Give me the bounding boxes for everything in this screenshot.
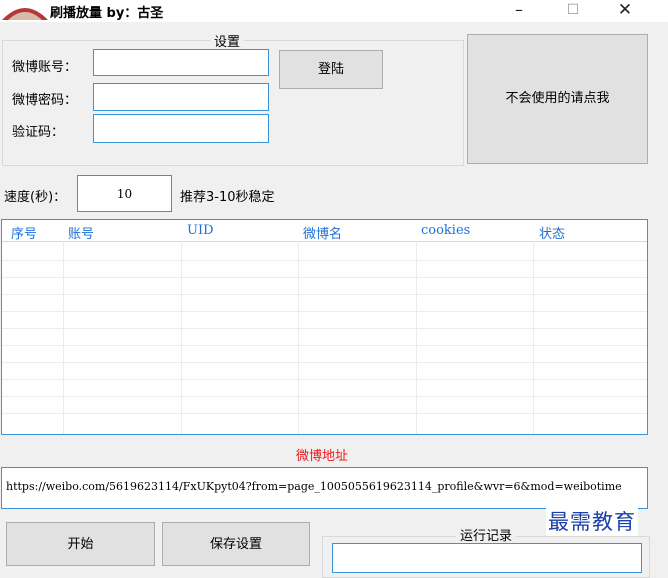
speed-label: 速度(秒)： <box>4 190 67 205</box>
window-title: 刷播放量 by：古圣 <box>50 6 164 21</box>
column-divider <box>298 241 299 434</box>
password-input[interactable] <box>93 83 269 111</box>
weibo-address-label: 微博地址 <box>296 449 349 464</box>
column-header-account[interactable]: 账号 <box>68 223 94 242</box>
row-divider <box>2 379 647 380</box>
speed-hint: 推荐3-10秒稳定 <box>180 190 275 205</box>
table-header: 序号 账号 UID 微博名 cookies 状态 <box>2 220 647 242</box>
captcha-label: 验证码： <box>12 125 65 140</box>
row-divider <box>2 362 647 363</box>
help-button[interactable]: 不会使用的请点我 <box>467 34 648 164</box>
password-label: 微博密码： <box>12 93 78 108</box>
account-input[interactable] <box>93 49 269 76</box>
login-button[interactable]: 登陆 <box>279 50 383 89</box>
minimize-button[interactable]: – <box>498 0 540 22</box>
account-label: 微博账号： <box>12 60 78 75</box>
column-divider <box>63 241 64 434</box>
column-header-cookies[interactable]: cookies <box>421 223 470 238</box>
row-divider <box>2 328 647 329</box>
column-header-status[interactable]: 状态 <box>539 223 565 242</box>
row-divider <box>2 311 647 312</box>
save-settings-button[interactable]: 保存设置 <box>162 522 310 566</box>
column-header-weibo-name[interactable]: 微博名 <box>303 223 342 242</box>
column-divider <box>181 241 182 434</box>
run-log-legend: 运行记录 <box>456 525 517 544</box>
app-logo-icon <box>0 0 50 20</box>
row-divider <box>2 413 647 414</box>
accounts-table[interactable]: 序号 账号 UID 微博名 cookies 状态 <box>1 219 648 435</box>
watermark-text: 最需教育 <box>546 506 638 536</box>
row-divider <box>2 277 647 278</box>
speed-input[interactable] <box>77 175 172 212</box>
row-divider <box>2 396 647 397</box>
settings-legend: 设置 <box>210 31 245 50</box>
captcha-input[interactable] <box>93 114 269 143</box>
row-divider <box>2 260 647 261</box>
weibo-url-input[interactable]: https://weibo.com/5619623114/FxUKpyt04?f… <box>1 467 648 509</box>
row-divider <box>2 294 647 295</box>
title-bar: 刷播放量 by：古圣 – ☐ ✕ <box>0 0 668 22</box>
close-button[interactable]: ✕ <box>604 0 646 22</box>
column-header-uid[interactable]: UID <box>187 223 214 238</box>
run-log-box[interactable] <box>332 543 642 573</box>
maximize-button[interactable]: ☐ <box>552 0 594 22</box>
column-divider <box>533 241 534 434</box>
row-divider <box>2 345 647 346</box>
column-header-index[interactable]: 序号 <box>11 223 37 242</box>
weibo-url-text: https://weibo.com/5619623114/FxUKpyt04?f… <box>6 480 622 493</box>
column-divider <box>416 241 417 434</box>
start-button[interactable]: 开始 <box>6 522 155 566</box>
